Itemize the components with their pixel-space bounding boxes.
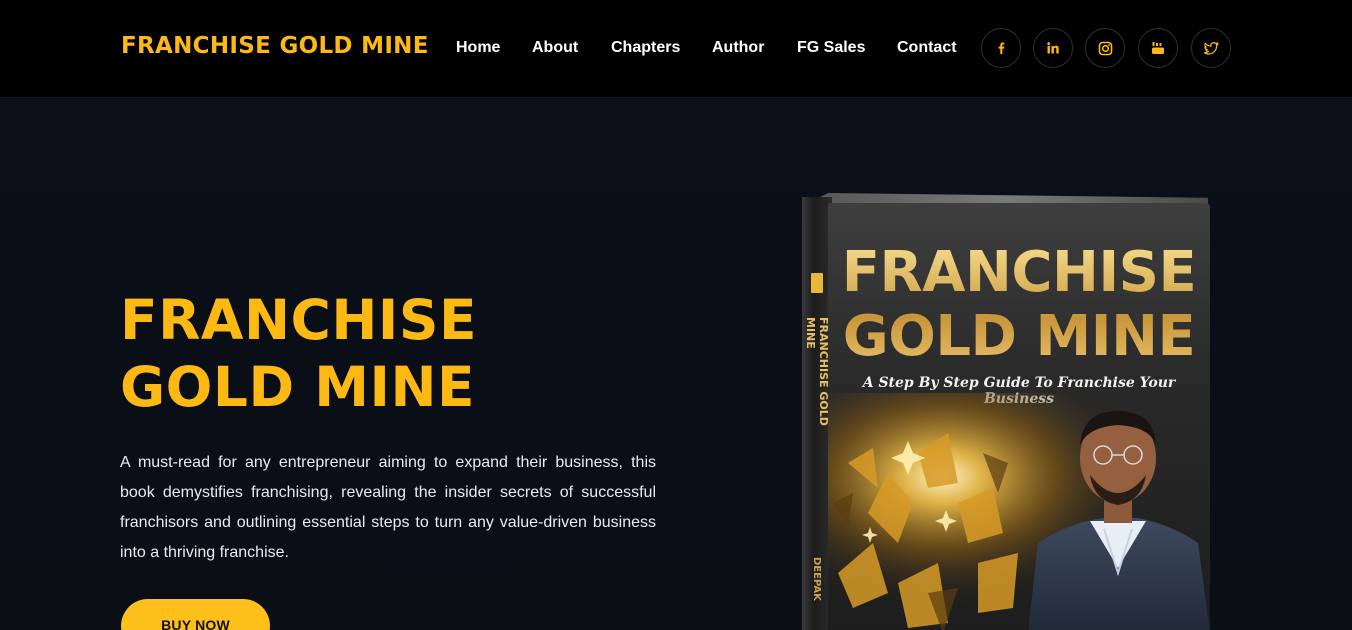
cover-art-gold-explosion-and-author-photo [828,393,1210,630]
facebook-link[interactable] [981,28,1021,68]
facebook-icon [998,42,1005,54]
nav-author[interactable]: Author [712,39,764,57]
nav-home[interactable]: Home [456,39,500,57]
cover-title: FRANCHISE GOLD MINE [828,241,1210,369]
twitter-icon [1203,42,1219,55]
spine-title: FRANCHISE GOLD MINE [804,317,830,426]
spine-author: DEEPAK [811,557,822,601]
youtube-link[interactable] [1138,28,1178,68]
hero-description: A must-read for any entrepreneur aiming … [120,454,656,561]
youtube-icon [1152,42,1164,54]
book-front-cover: FRANCHISE GOLD MINE A Step By Step Guide… [828,203,1210,630]
cover-title-line-2: GOLD MINE [842,304,1196,369]
instagram-icon [1098,41,1112,55]
buy-now-button[interactable]: BUY NOW [121,599,270,630]
spine-logo-icon [811,273,823,293]
hero-title: FRANCHISE GOLD MINE [120,287,540,421]
linkedin-link[interactable] [1033,28,1073,68]
nav-contact[interactable]: Contact [897,39,957,57]
linkedin-icon [1047,42,1059,54]
twitter-link[interactable] [1191,28,1231,68]
book-cover-image: FRANCHISE GOLD MINE DEEPAK FRANCHISE GOL… [798,193,1212,630]
nav-about[interactable]: About [532,39,578,57]
instagram-link[interactable] [1085,28,1125,68]
cover-title-line-1: FRANCHISE [841,240,1197,305]
nav-fg-sales[interactable]: FG Sales [797,39,865,57]
hero-title-line-2: GOLD MINE [120,355,476,419]
hero-title-line-1: FRANCHISE [120,288,478,352]
nav-chapters[interactable]: Chapters [611,39,680,57]
top-navbar: FRANCHISE GOLD MINE Home About Chapters … [0,0,1352,98]
